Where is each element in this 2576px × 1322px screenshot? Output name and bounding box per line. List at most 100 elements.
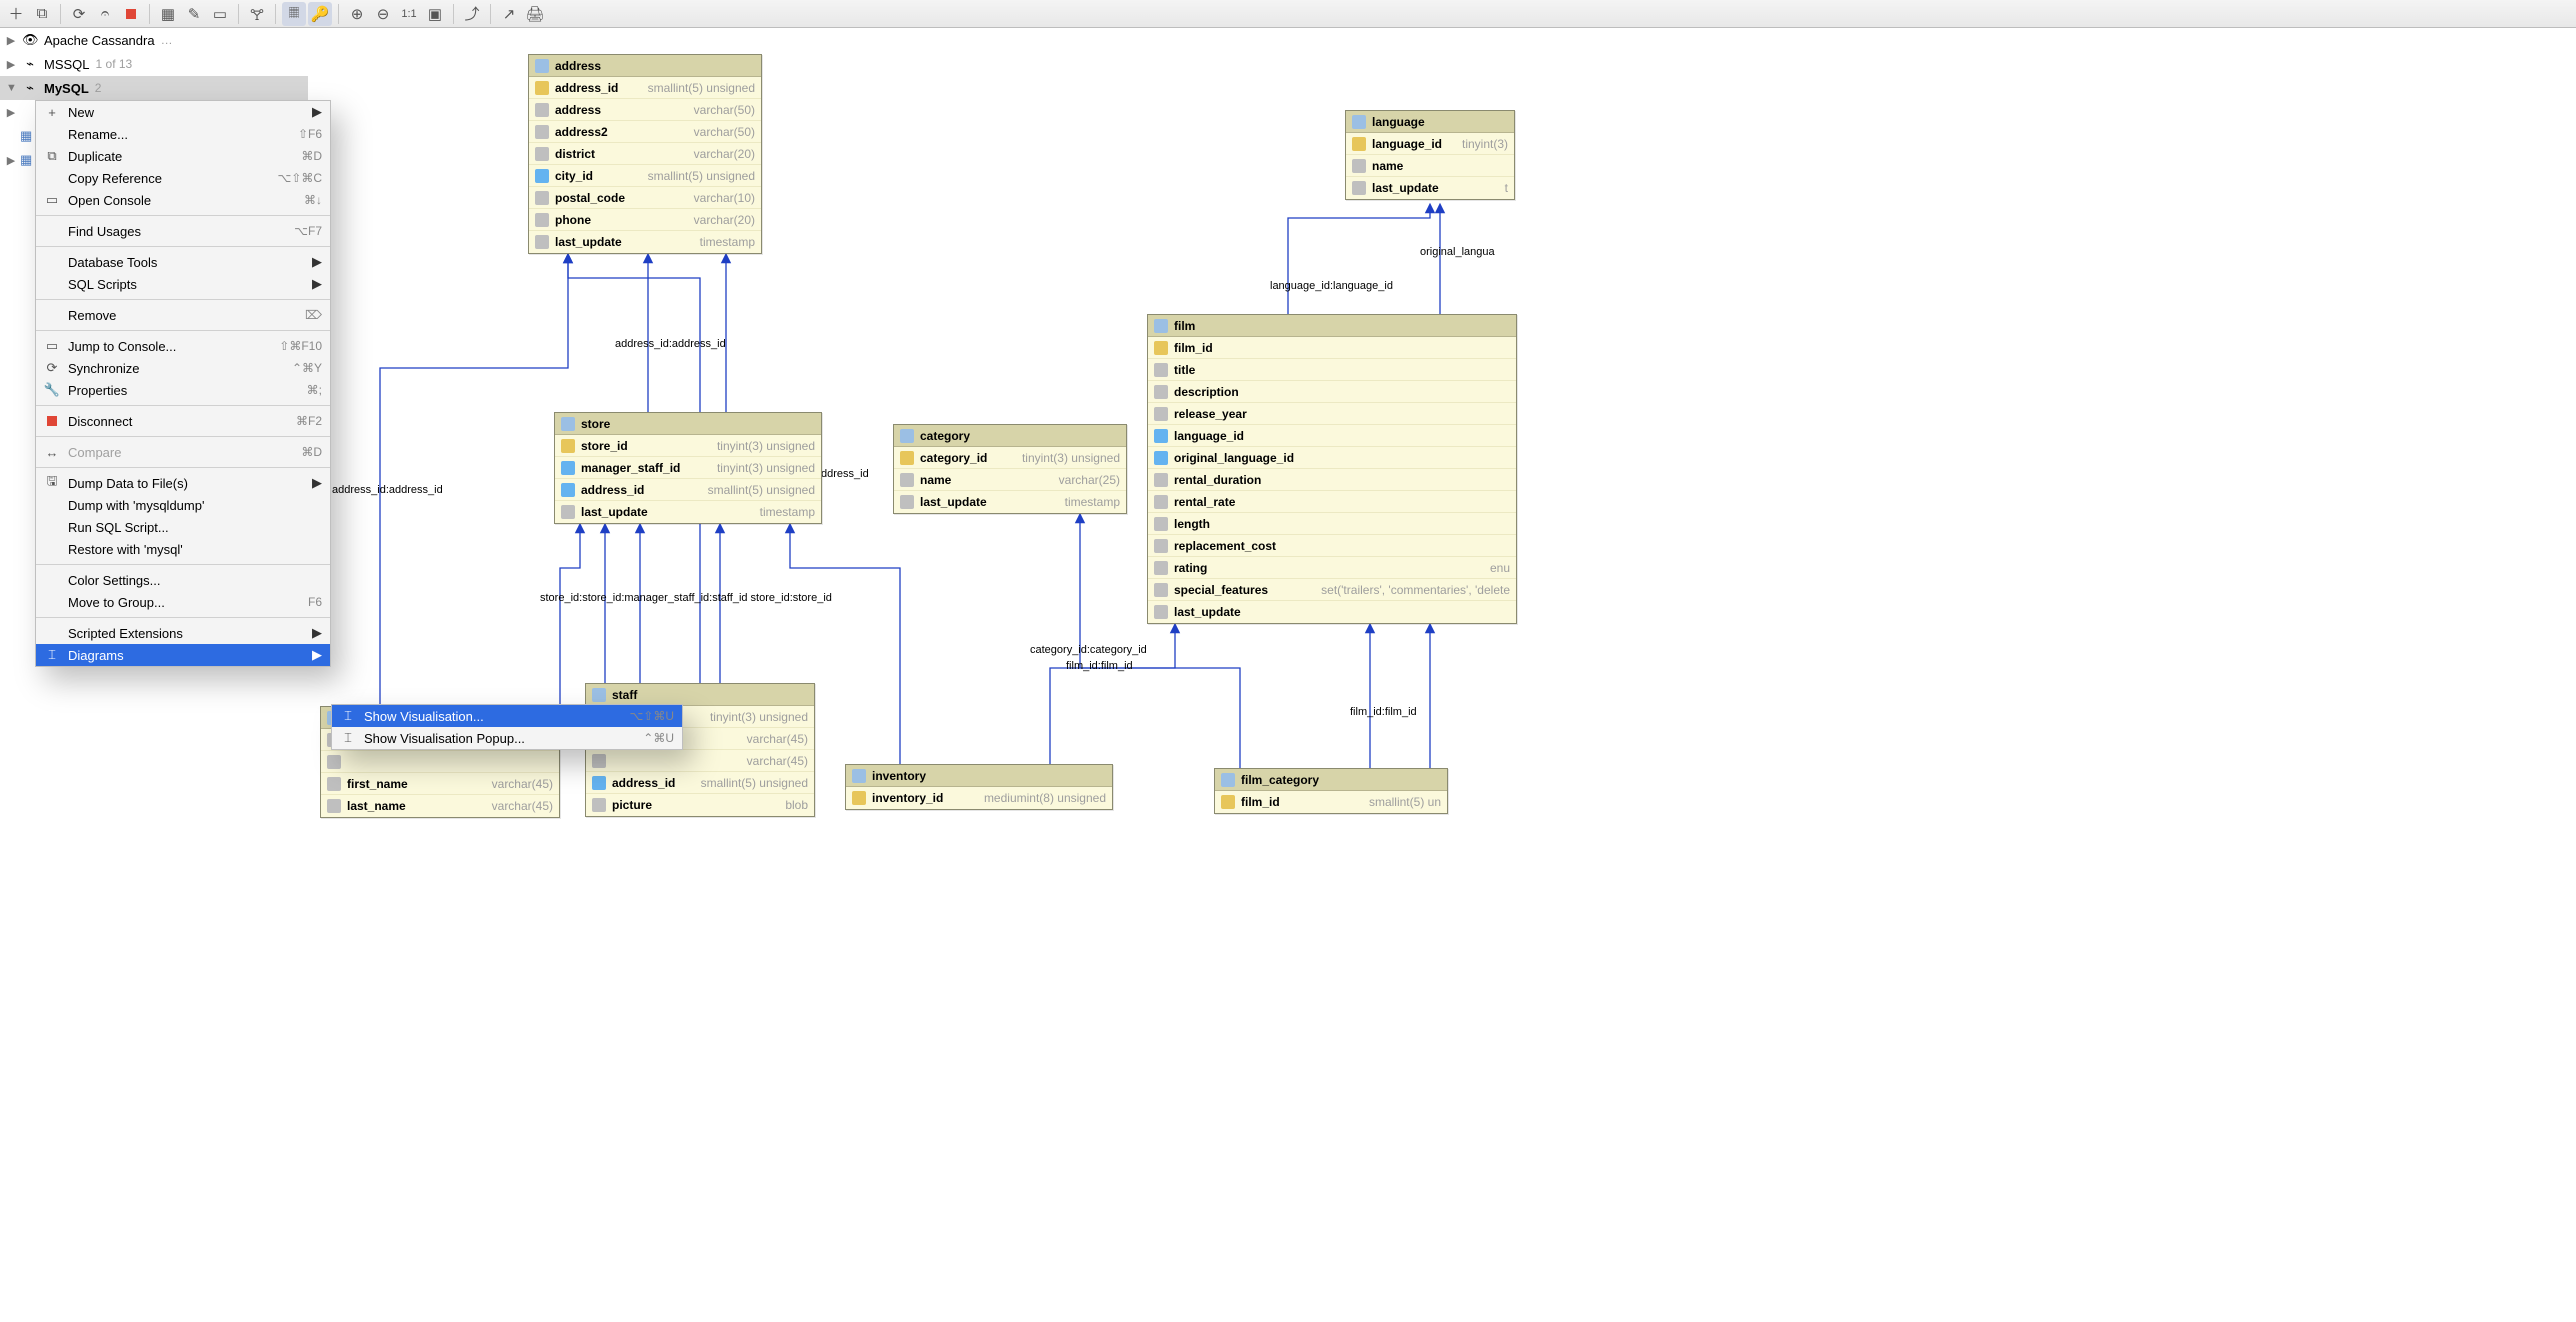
menu-scripted-extensions[interactable]: Scripted Extensions▶ (36, 622, 330, 644)
column-row[interactable]: varchar(45) (586, 750, 814, 772)
menu-find-usages[interactable]: Find Usages⌥F7 (36, 220, 330, 242)
menu-run-sql-script-[interactable]: Run SQL Script... (36, 516, 330, 538)
expand-arrow-icon[interactable]: ▶ (6, 58, 16, 71)
menu-diagrams[interactable]: ⌶Diagrams▶ (36, 644, 330, 666)
tbtn-refresh[interactable]: ⟳ (67, 2, 91, 26)
column-row[interactable]: language_idtinyint(3) (1346, 133, 1514, 155)
table-address[interactable]: addressaddress_idsmallint(5) unsignedadd… (528, 54, 762, 254)
column-row[interactable]: name (1346, 155, 1514, 177)
er-diagram-canvas[interactable]: address_id:address_idaddress_id:address_… (0, 28, 2576, 1322)
column-row[interactable]: manager_staff_idtinyint(3) unsigned (555, 457, 821, 479)
column-row[interactable]: districtvarchar(20) (529, 143, 761, 165)
menu-open-console[interactable]: ▭Open Console⌘↓ (36, 189, 330, 211)
column-row[interactable]: last_namevarchar(45) (321, 795, 559, 817)
menu-dump-with-mysqldump-[interactable]: Dump with 'mysqldump' (36, 494, 330, 516)
tbtn-edit[interactable]: ✎ (182, 2, 206, 26)
column-row[interactable]: replacement_cost (1148, 535, 1516, 557)
column-row[interactable]: original_language_id (1148, 447, 1516, 469)
submenu-show-visualisation-popup-[interactable]: ⌶Show Visualisation Popup...⌃⌘U (332, 727, 682, 749)
menu-duplicate[interactable]: ⧉Duplicate⌘D (36, 145, 330, 167)
nav-item-apache-cassandra[interactable]: ▶👁Apache Cassandra… (0, 28, 308, 52)
expand-arrow-icon[interactable]: ▼ (6, 82, 16, 94)
tbtn-fit[interactable]: ▣ (423, 2, 447, 26)
column-row[interactable]: special_featuresset('trailers', 'comment… (1148, 579, 1516, 601)
column-row[interactable]: language_id (1148, 425, 1516, 447)
column-row[interactable]: last_updatetimestamp (555, 501, 821, 523)
column-row[interactable]: last_updatet (1346, 177, 1514, 199)
column-row[interactable]: length (1148, 513, 1516, 535)
menu-new[interactable]: +New▶ (36, 101, 330, 123)
column-row[interactable]: release_year (1148, 403, 1516, 425)
tbtn-data-sources[interactable]: 𝄐 (93, 2, 117, 26)
tbtn-new[interactable]: ＋ (4, 2, 28, 26)
tbtn-export[interactable]: ↗ (497, 2, 521, 26)
menu-rename-[interactable]: Rename...⇧F6 (36, 123, 330, 145)
menu-disconnect[interactable]: Disconnect⌘F2 (36, 410, 330, 432)
menu-database-tools[interactable]: Database Tools▶ (36, 251, 330, 273)
column-row[interactable]: namevarchar(25) (894, 469, 1126, 491)
column-row[interactable]: category_idtinyint(3) unsigned (894, 447, 1126, 469)
column-row[interactable]: rental_rate (1148, 491, 1516, 513)
column-row[interactable]: rental_duration (1148, 469, 1516, 491)
column-row[interactable]: last_updatetimestamp (894, 491, 1126, 513)
column-row[interactable]: address_idsmallint(5) unsigned (586, 772, 814, 794)
menu-restore-with-mysql-[interactable]: Restore with 'mysql' (36, 538, 330, 560)
submenu-show-visualisation-[interactable]: ⌶Show Visualisation...⌥⇧⌘U (332, 705, 682, 727)
column-row[interactable]: postal_codevarchar(10) (529, 187, 761, 209)
column-row[interactable]: city_idsmallint(5) unsigned (529, 165, 761, 187)
context-menu[interactable]: +New▶Rename...⇧F6⧉Duplicate⌘DCopy Refere… (35, 100, 331, 667)
tbtn-show-keys[interactable]: 🔑 (308, 2, 332, 26)
column-row[interactable]: address_idsmallint(5) unsigned (555, 479, 821, 501)
column-row[interactable]: store_idtinyint(3) unsigned (555, 435, 821, 457)
tbtn-filter[interactable]: 🝖 (245, 2, 269, 26)
tbtn-zoom-out[interactable]: ⊖ (371, 2, 395, 26)
tbtn-table-view[interactable]: ▦ (156, 2, 180, 26)
table-store[interactable]: storestore_idtinyint(3) unsignedmanager_… (554, 412, 822, 524)
menu-dump-data-to-file-s-[interactable]: 🖫Dump Data to File(s)▶ (36, 472, 330, 494)
column-row[interactable]: address2varchar(50) (529, 121, 761, 143)
tbtn-console[interactable]: ▭ (208, 2, 232, 26)
menu-color-settings-[interactable]: Color Settings... (36, 569, 330, 591)
column-row[interactable]: addressvarchar(50) (529, 99, 761, 121)
table-film[interactable]: filmfilm_idtitledescriptionrelease_yearl… (1147, 314, 1517, 624)
column-row[interactable] (321, 751, 559, 773)
tbtn-show-columns[interactable]: 𝄜 (282, 2, 306, 26)
edge-label: category_id:category_id (1030, 644, 1147, 656)
column-row[interactable]: title (1148, 359, 1516, 381)
tbtn-duplicate[interactable]: ⧉ (30, 2, 54, 26)
tbtn-layout[interactable]: ⤴ (460, 2, 484, 26)
menu-synchronize[interactable]: ⟳Synchronize⌃⌘Y (36, 357, 330, 379)
diagrams-submenu[interactable]: ⌶Show Visualisation...⌥⇧⌘U⌶Show Visualis… (331, 704, 683, 750)
table-category[interactable]: categorycategory_idtinyint(3) unsignedna… (893, 424, 1127, 514)
column-row[interactable]: pictureblob (586, 794, 814, 816)
menu-move-to-group-[interactable]: Move to Group...F6 (36, 591, 330, 613)
column-row[interactable]: address_idsmallint(5) unsigned (529, 77, 761, 99)
column-row[interactable]: phonevarchar(20) (529, 209, 761, 231)
tbtn-zoom-actual[interactable]: 1:1 (397, 2, 421, 26)
menu-copy-reference[interactable]: Copy Reference⌥⇧⌘C (36, 167, 330, 189)
menu-jump-to-console-[interactable]: ▭Jump to Console...⇧⌘F10 (36, 335, 330, 357)
table-film_category[interactable]: film_categoryfilm_idsmallint(5) un (1214, 768, 1448, 814)
column-row[interactable]: ratingenu (1148, 557, 1516, 579)
column-name: replacement_cost (1174, 539, 1504, 553)
column-row[interactable]: inventory_idmediumint(8) unsigned (846, 787, 1112, 809)
column-row[interactable]: last_updatetimestamp (529, 231, 761, 253)
table-language[interactable]: languagelanguage_idtinyint(3)namelast_up… (1345, 110, 1515, 200)
column-row[interactable]: film_idsmallint(5) un (1215, 791, 1447, 813)
menu-properties[interactable]: 🔧Properties⌘; (36, 379, 330, 401)
nav-item-mssql[interactable]: ▶⌁MSSQL1 of 13 (0, 52, 308, 76)
menu-sql-scripts[interactable]: SQL Scripts▶ (36, 273, 330, 295)
nav-item-mysql[interactable]: ▼⌁MySQL2 (0, 76, 308, 100)
column-row[interactable]: film_id (1148, 337, 1516, 359)
menu-item-label: Show Visualisation Popup... (364, 731, 635, 746)
table-inventory[interactable]: inventoryinventory_idmediumint(8) unsign… (845, 764, 1113, 810)
expand-arrow-icon[interactable]: ▶ (6, 34, 16, 47)
tbtn-stop[interactable] (119, 2, 143, 26)
tbtn-print[interactable]: 🖨 (523, 2, 547, 26)
column-row[interactable]: first_namevarchar(45) (321, 773, 559, 795)
menu-remove[interactable]: Remove⌦ (36, 304, 330, 326)
column-row[interactable]: description (1148, 381, 1516, 403)
tbtn-zoom-in[interactable]: ⊕ (345, 2, 369, 26)
column-row[interactable]: last_update (1148, 601, 1516, 623)
database-navigator[interactable]: ▶👁Apache Cassandra…▶⌁MSSQL1 of 13▼⌁MySQL… (0, 28, 308, 108)
